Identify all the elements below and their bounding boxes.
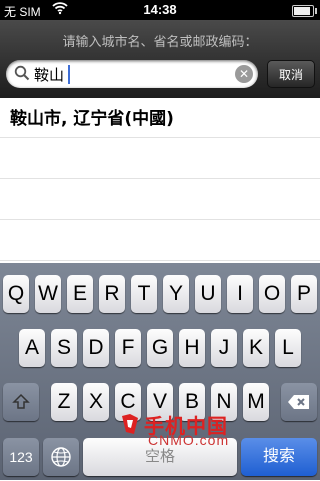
key-t[interactable]: T [131, 275, 157, 313]
key-j[interactable]: J [211, 329, 237, 367]
shift-arrow-icon [12, 393, 30, 416]
space-key[interactable]: 空格 [83, 438, 237, 476]
key-w[interactable]: W [35, 275, 61, 313]
list-item [0, 220, 320, 261]
result-label [0, 179, 320, 185]
key-p[interactable]: P [291, 275, 317, 313]
key-n[interactable]: N [211, 383, 237, 421]
key-k[interactable]: K [243, 329, 269, 367]
key-a[interactable]: A [19, 329, 45, 367]
key-b[interactable]: B [179, 383, 205, 421]
keyboard: Q W E R T Y U I O P A S D F G H J K L Z … [0, 263, 320, 480]
list-item [0, 138, 320, 179]
clock: 14:38 [143, 2, 177, 17]
key-e[interactable]: E [67, 275, 93, 313]
key-o[interactable]: O [259, 275, 285, 313]
results-list: 鞍山市, 辽宁省(中國) [0, 98, 320, 263]
text-caret [68, 65, 70, 84]
globe-key[interactable] [43, 438, 79, 476]
status-bar: 无 SIM 14:38 [0, 0, 320, 20]
shift-key[interactable] [3, 383, 39, 421]
result-label [0, 220, 320, 226]
backspace-key[interactable] [281, 383, 317, 421]
key-m[interactable]: M [243, 383, 269, 421]
key-x[interactable]: X [83, 383, 109, 421]
key-z[interactable]: Z [51, 383, 77, 421]
search-key[interactable]: 搜索 [241, 438, 317, 476]
search-input[interactable] [34, 64, 224, 84]
key-y[interactable]: Y [163, 275, 189, 313]
key-d[interactable]: D [83, 329, 109, 367]
globe-icon [50, 447, 72, 473]
key-v[interactable]: V [147, 383, 173, 421]
key-g[interactable]: G [147, 329, 173, 367]
key-c[interactable]: C [115, 383, 141, 421]
key-u[interactable]: U [195, 275, 221, 313]
list-item[interactable]: 鞍山市, 辽宁省(中國) [0, 98, 320, 138]
result-label [0, 138, 320, 144]
search-prompt: 请输入城市名、省名或邮政编码： [62, 35, 258, 50]
cancel-button[interactable]: 取消 [267, 60, 315, 88]
key-l[interactable]: L [275, 329, 301, 367]
numbers-key[interactable]: 123 [3, 438, 39, 476]
key-q[interactable]: Q [3, 275, 29, 313]
list-item [0, 179, 320, 220]
key-s[interactable]: S [51, 329, 77, 367]
clear-icon[interactable]: ✕ [235, 65, 253, 83]
result-label: 鞍山市, 辽宁省(中國) [10, 109, 174, 129]
key-h[interactable]: H [179, 329, 205, 367]
key-r[interactable]: R [99, 275, 125, 313]
backspace-icon [287, 393, 311, 416]
magnifier-icon [14, 65, 30, 85]
key-i[interactable]: I [227, 275, 253, 313]
search-field[interactable]: ✕ [6, 60, 258, 88]
search-header: 请输入城市名、省名或邮政编码： ✕ 取消 [0, 20, 320, 98]
battery-icon [292, 5, 317, 17]
key-f[interactable]: F [115, 329, 141, 367]
